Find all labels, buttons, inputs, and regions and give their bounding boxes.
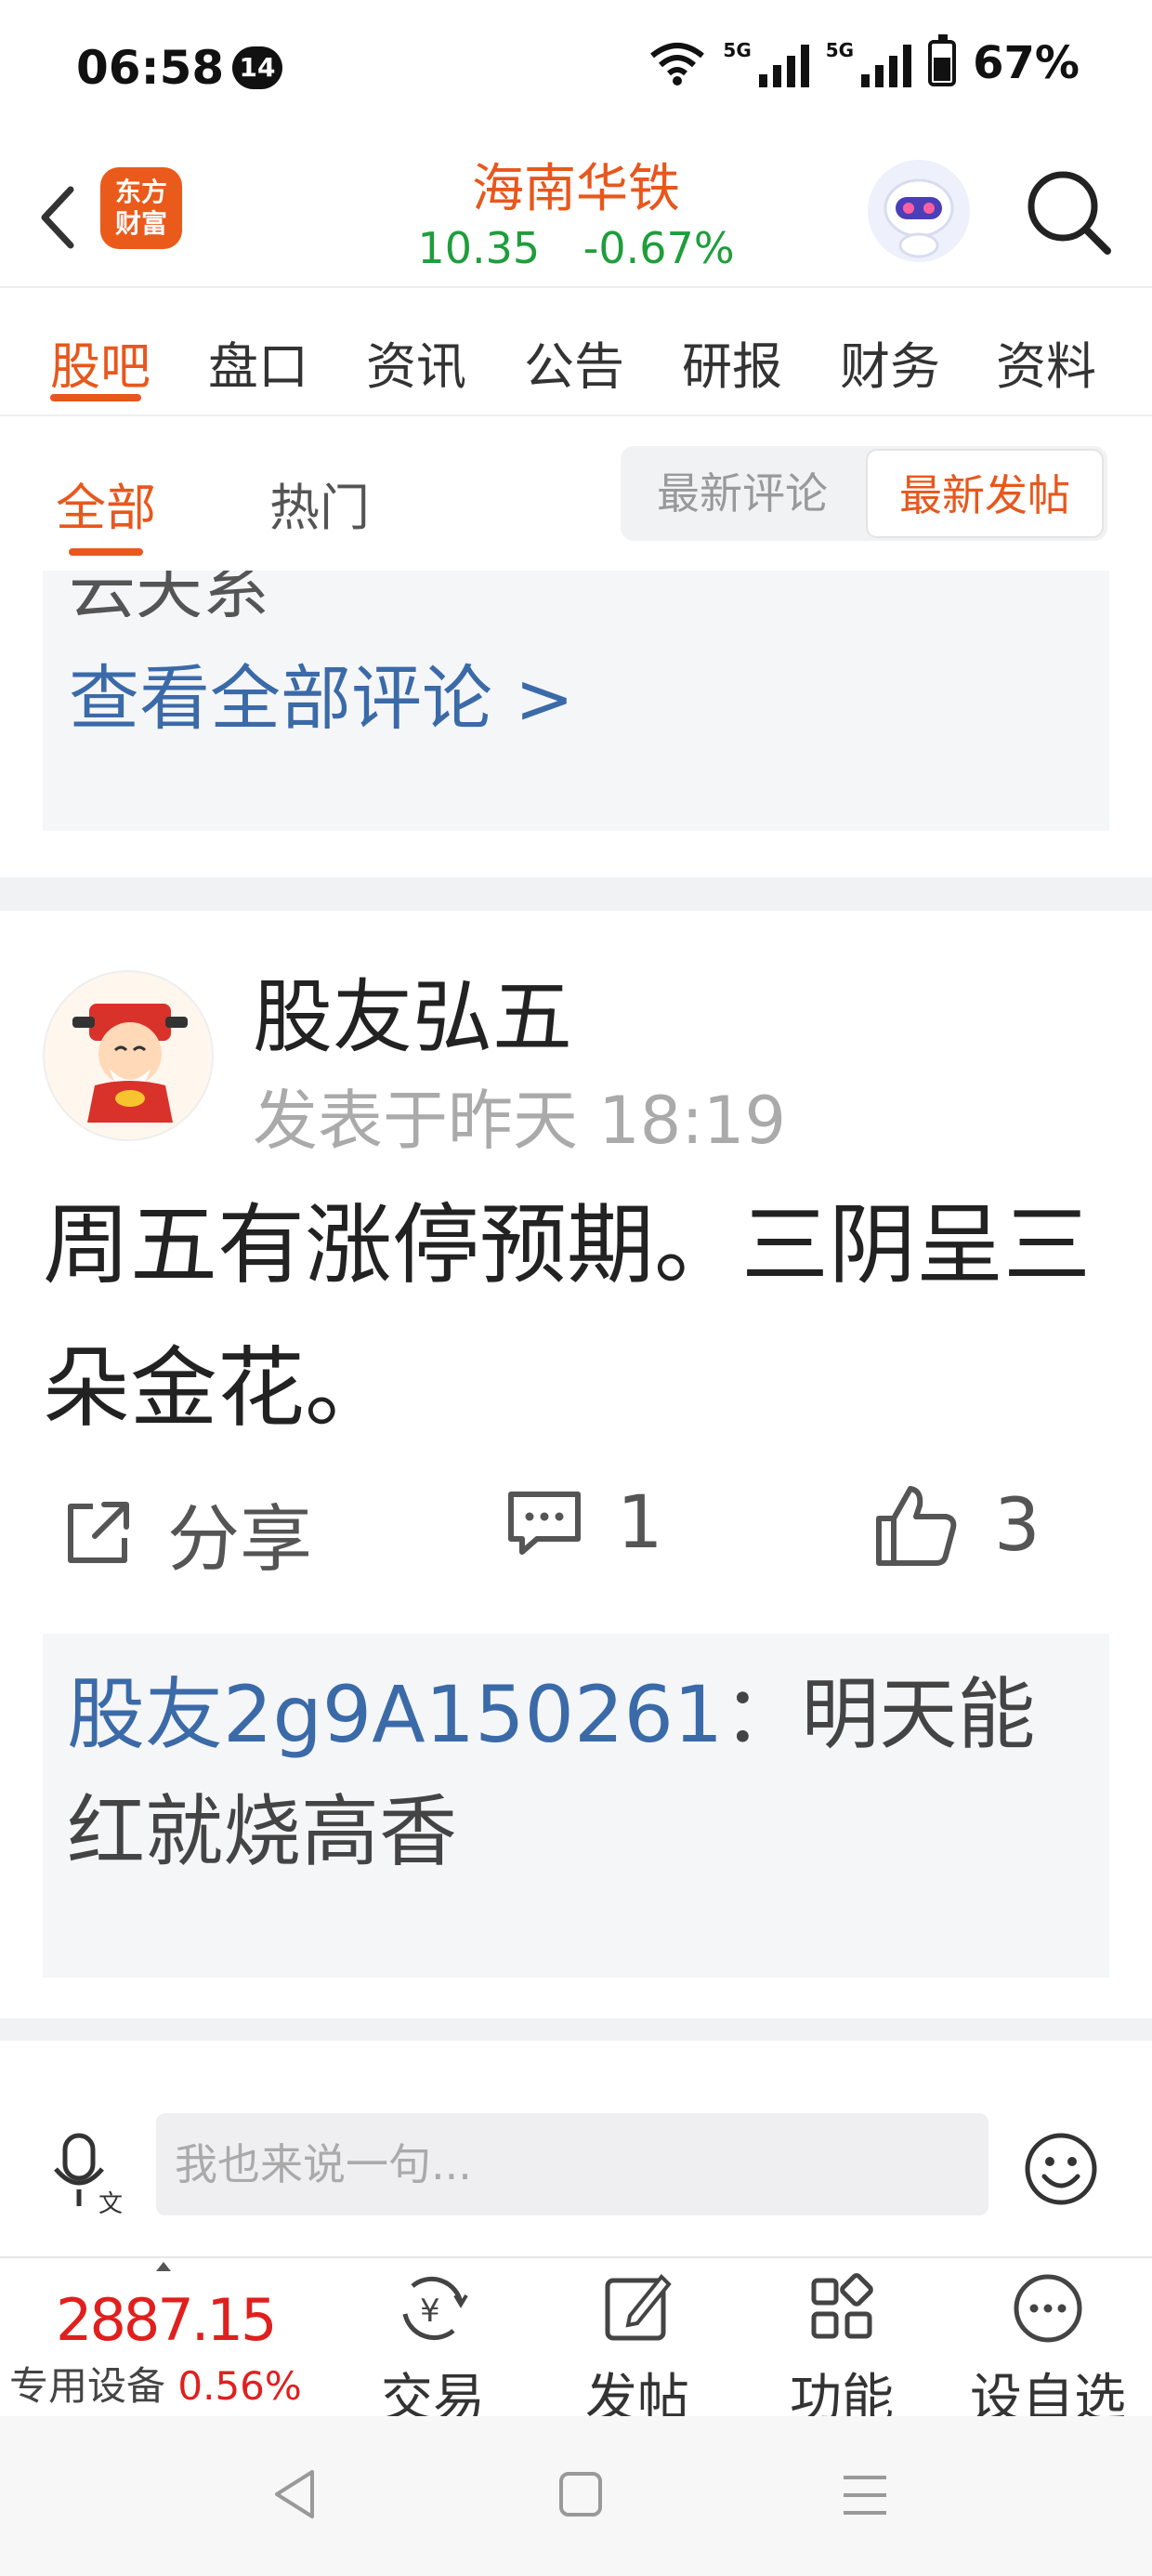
wifi-icon [650,43,705,85]
reply-separator: ： [723,1669,802,1760]
bottom-navigation: 2887.15 专用设备 0.56% ¥ 交易 发帖 功能 设自选 [0,2256,1152,2429]
filter-hot[interactable]: 热门 [269,467,370,540]
emoji-icon[interactable] [1022,2130,1100,2208]
notification-badge: 14 [232,46,282,89]
post-filter: 全部 热门 最新评论 最新发帖 [0,418,1152,571]
comment-bar: 文 我也来说一句... [0,2061,1152,2256]
assistant-robot-icon[interactable] [868,160,970,262]
reply-text: 股友2g9A150261：明天能红就烧高香 [67,1656,1080,1890]
nav-functions[interactable]: 功能 [749,2271,935,2432]
sort-segment: 最新评论 最新发帖 [621,446,1107,541]
caret-up-icon[interactable] [156,2262,171,2271]
more-circle-icon [1014,2274,1082,2343]
post-body[interactable]: 周五有涨停预期。三阴呈三朵金花。 [43,1175,1111,1461]
post-divider [0,877,1152,911]
tab-finance[interactable]: 财务 [840,325,940,399]
system-navigation-bar [0,2416,1152,2576]
nav-watchlist[interactable]: 设自选 [955,2271,1141,2432]
status-indicators: 5G 5G 67% [648,34,1080,89]
stock-quote: 10.35 -0.67% [0,223,1152,273]
comment-input[interactable]: 我也来说一句... [156,2113,988,2215]
stock-name: 海南华铁 [472,159,680,219]
nav-trade[interactable]: ¥ 交易 [340,2271,526,2432]
sector-index-value[interactable]: 2887.15 [56,2286,277,2354]
previous-post-replies: 云天系 查看全部评论 > [43,571,1109,831]
search-icon[interactable] [1022,165,1115,258]
stock-change: -0.67% [583,223,735,273]
post-actions: 分享 1 3 [0,1481,1152,1593]
battery-level: 67% [973,37,1080,89]
post-time: 发表于昨天 18:19 [253,1083,786,1159]
tab-pankou[interactable]: 盘口 [208,325,308,399]
share-icon [68,1502,129,1563]
tab-announcements[interactable]: 公告 [524,325,624,399]
system-back-icon[interactable] [269,2466,320,2522]
section-tabs: 股吧 盘口 资讯 公告 研报 财务 资料 [0,290,1152,416]
post-feed: 云天系 查看全部评论 > 股友弘五 发表于昨天 18:19 周五有涨停预期。三阴… [0,571,1152,2041]
sort-latest-comment[interactable]: 最新评论 [621,446,864,541]
comment-icon [508,1492,581,1555]
reply-user[interactable]: 股友2g9A150261 [67,1669,723,1760]
status-time: 06:58 [76,41,225,95]
sector-index-label[interactable]: 专用设备 0.56% [9,2355,302,2412]
stock-header: 东方 财富 海南华铁 10.35 -0.67% [0,139,1152,288]
system-recents-icon[interactable] [840,2472,890,2518]
nav-post[interactable]: 发帖 [544,2271,730,2432]
post-author[interactable]: 股友弘五 [253,952,572,1068]
signal-icon-2: 5G [826,39,912,87]
active-tab-indicator [50,394,141,401]
stock-price: 10.35 [417,223,541,273]
signal-icon-1: 5G [723,39,809,87]
like-button[interactable]: 3 [871,1481,1041,1571]
tab-profile[interactable]: 资料 [996,325,1096,399]
author-avatar[interactable] [43,970,214,1141]
comment-count: 1 [617,1481,663,1565]
grid-icon [811,2273,873,2339]
svg-text:文: 文 [98,2190,123,2215]
status-bar: 06:58 14 5G 5G 67% [0,0,1152,139]
filter-all[interactable]: 全部 [56,467,156,540]
like-count: 3 [994,1484,1041,1568]
tab-guba[interactable]: 股吧 [50,325,151,399]
sector-name: 专用设备 [9,2363,166,2409]
post-divider [0,2018,1152,2041]
reply-preview[interactable]: 股友2g9A150261：明天能红就烧高香 [43,1634,1109,1978]
svg-text:¥: ¥ [420,2293,440,2330]
system-home-icon[interactable] [557,2470,604,2518]
compose-icon [605,2274,672,2341]
share-button[interactable]: 分享 [61,1481,312,1585]
battery-icon [928,34,957,86]
sector-change: 0.56% [177,2363,302,2409]
share-label: 分享 [167,1498,313,1582]
comment-button[interactable]: 1 [505,1481,663,1565]
sort-latest-post[interactable]: 最新发帖 [866,449,1104,538]
view-all-comments-link[interactable]: 查看全部评论 > [69,641,574,743]
truncated-reply-text: 云天系 [69,571,270,617]
trade-icon: ¥ [402,2276,468,2341]
active-filter-indicator [69,548,143,556]
voice-input-icon[interactable]: 文 [54,2132,128,2215]
tab-research[interactable]: 研报 [682,325,782,399]
thumbs-up-icon [876,1486,957,1566]
tab-news[interactable]: 资讯 [366,325,466,399]
